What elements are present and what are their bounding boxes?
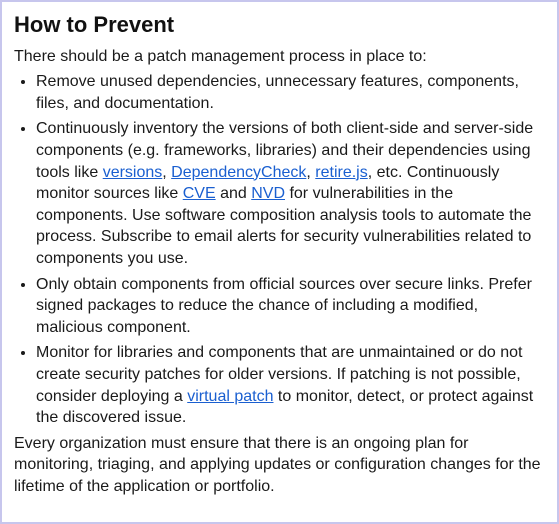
intro-text: There should be a patch management proce… xyxy=(14,46,545,68)
list-item: Remove unused dependencies, unnecessary … xyxy=(36,71,545,114)
section-title: How to Prevent xyxy=(14,10,545,40)
link-dependencycheck[interactable]: DependencyCheck xyxy=(171,164,306,181)
prevention-card: How to Prevent There should be a patch m… xyxy=(0,0,559,524)
list-item: Monitor for libraries and components tha… xyxy=(36,342,545,428)
link-versions[interactable]: versions xyxy=(103,164,163,181)
bullet-list: Remove unused dependencies, unnecessary … xyxy=(14,71,545,429)
link-nvd[interactable]: NVD xyxy=(251,185,285,202)
list-item: Only obtain components from official sou… xyxy=(36,274,545,339)
link-cve[interactable]: CVE xyxy=(183,185,216,202)
text-segment: , xyxy=(306,164,315,181)
link-virtual-patch[interactable]: virtual patch xyxy=(187,388,273,405)
text-segment: Only obtain components from official sou… xyxy=(36,276,532,336)
text-segment: and xyxy=(216,185,252,202)
outro-text: Every organization must ensure that ther… xyxy=(14,433,545,498)
text-segment: Remove unused dependencies, unnecessary … xyxy=(36,73,519,112)
link-retirejs[interactable]: retire.js xyxy=(315,164,367,181)
text-segment: , xyxy=(162,164,171,181)
list-item: Continuously inventory the versions of b… xyxy=(36,118,545,269)
